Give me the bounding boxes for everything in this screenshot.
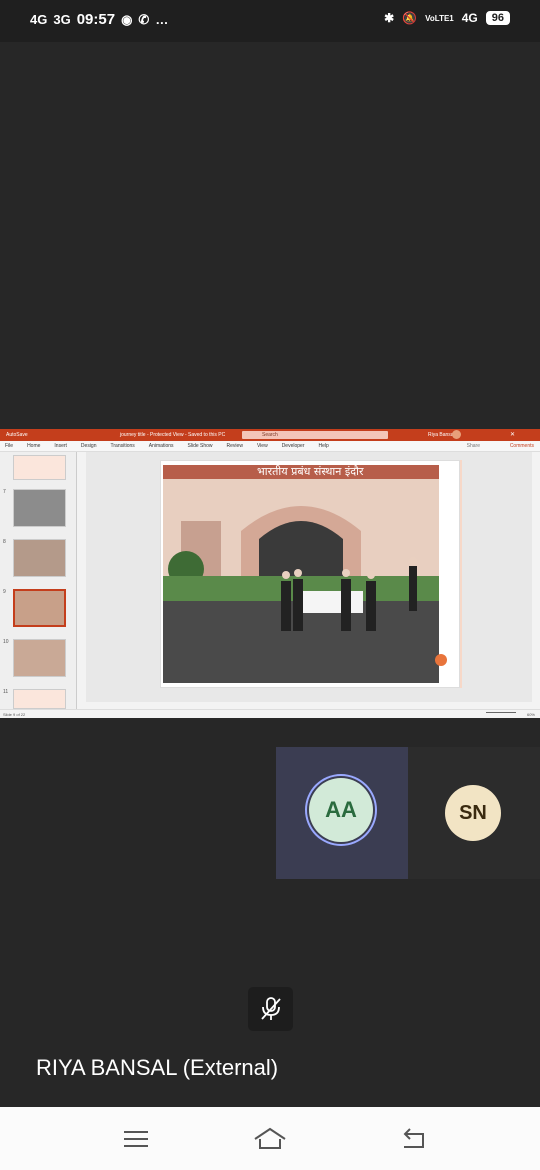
- menu-item: Help: [318, 443, 329, 449]
- volte-indicator: VoLTE1: [425, 13, 454, 23]
- file-title: journey title - Protected View - Saved t…: [120, 432, 226, 438]
- home-button[interactable]: [250, 1125, 290, 1153]
- menu-item: Developer: [281, 443, 305, 449]
- slide-number: 11: [3, 689, 9, 695]
- menu-item: View: [256, 443, 268, 449]
- slide-thumbnail: [13, 689, 66, 709]
- menu-item: Home: [27, 443, 41, 449]
- home-icon: [254, 1127, 286, 1149]
- zoom-level: 60%: [526, 712, 535, 717]
- slide-number: 7: [3, 489, 6, 495]
- bluetooth-icon: ✱: [384, 11, 395, 25]
- menu-item: Transitions: [110, 443, 135, 449]
- slide-thumbnail: [13, 455, 66, 480]
- avatar: AA: [309, 778, 373, 842]
- mic-off-button[interactable]: [248, 987, 293, 1031]
- slide-counter: Slide 9 of 22: [3, 712, 26, 717]
- network-indicator: 4G: [461, 11, 478, 25]
- mic-off-icon: [260, 997, 281, 1020]
- ppt-menu-bar: File Home Insert Design Transitions Anim…: [0, 441, 540, 452]
- participant-tile-aa[interactable]: AA: [276, 747, 408, 879]
- menu-item: Review: [226, 443, 243, 449]
- ppt-search: Search: [242, 431, 388, 439]
- notification-icon: ◉: [121, 11, 133, 27]
- slide-thumbnails: 7 8 9 10 11: [0, 452, 77, 709]
- whatsapp-icon: ✆: [138, 11, 150, 27]
- user-avatar: [452, 430, 461, 439]
- menu-item: Animations: [148, 443, 174, 449]
- slide-number: 8: [3, 539, 6, 545]
- slide-number: 9: [3, 589, 6, 595]
- back-icon: [403, 1128, 424, 1148]
- close-icon: ✕: [510, 432, 516, 438]
- slide-thumbnail-selected: [13, 589, 66, 627]
- back-button[interactable]: [392, 1125, 432, 1153]
- battery-indicator: 96: [485, 11, 510, 25]
- menu-item: File: [5, 443, 14, 449]
- participant-tile-sn[interactable]: SN: [408, 747, 540, 879]
- comments-label: Comments: [509, 443, 534, 449]
- network-indicator: 3G: [53, 12, 71, 27]
- mute-icon: 🔕: [402, 11, 418, 25]
- slide-thumbnail: [13, 639, 66, 677]
- slide-thumbnail: [13, 489, 66, 527]
- shared-screen[interactable]: AutoSave journey title - Protected View …: [0, 429, 540, 718]
- slide-thumbnail: [13, 539, 66, 577]
- recents-button[interactable]: [116, 1125, 156, 1153]
- menu-item: Slide Show: [187, 443, 213, 449]
- slide-photo: भारतीय प्रबंध संस्थान इंदौर: [163, 465, 439, 683]
- menu-item: Design: [80, 443, 97, 449]
- menu-item: Insert: [54, 443, 67, 449]
- slide-decor-dot: [435, 654, 447, 666]
- navigation-bar: [0, 1107, 540, 1170]
- status-left: 4G 3G 09:57 ◉ ✆ …: [30, 11, 168, 28]
- presenter-name: RIYA BANSAL (External): [36, 1055, 279, 1080]
- slide-banner-text: भारतीय प्रबंध संस्थान इंदौर: [257, 465, 364, 478]
- more-notifications: …: [155, 12, 169, 27]
- network-indicator: 4G: [30, 12, 48, 27]
- current-slide: भारतीय प्रबंध संस्थान इंदौर: [160, 460, 460, 688]
- zoom-slider: [486, 712, 516, 713]
- slide-number: 10: [3, 639, 9, 645]
- menu-icon: [124, 1131, 148, 1147]
- autosave-label: AutoSave: [6, 432, 28, 438]
- status-right: ✱ 🔕 VoLTE1 4G 96: [384, 11, 510, 25]
- clock: 09:57: [76, 11, 116, 28]
- user-name: Riya Bansal: [428, 432, 455, 438]
- status-bar: 4G 3G 09:57 ◉ ✆ … ✱ 🔕 VoLTE1 4G 96: [0, 0, 540, 42]
- ppt-status-bar: Slide 9 of 22 60%: [0, 709, 540, 718]
- share-label: Share: [466, 443, 480, 449]
- avatar: SN: [445, 785, 501, 841]
